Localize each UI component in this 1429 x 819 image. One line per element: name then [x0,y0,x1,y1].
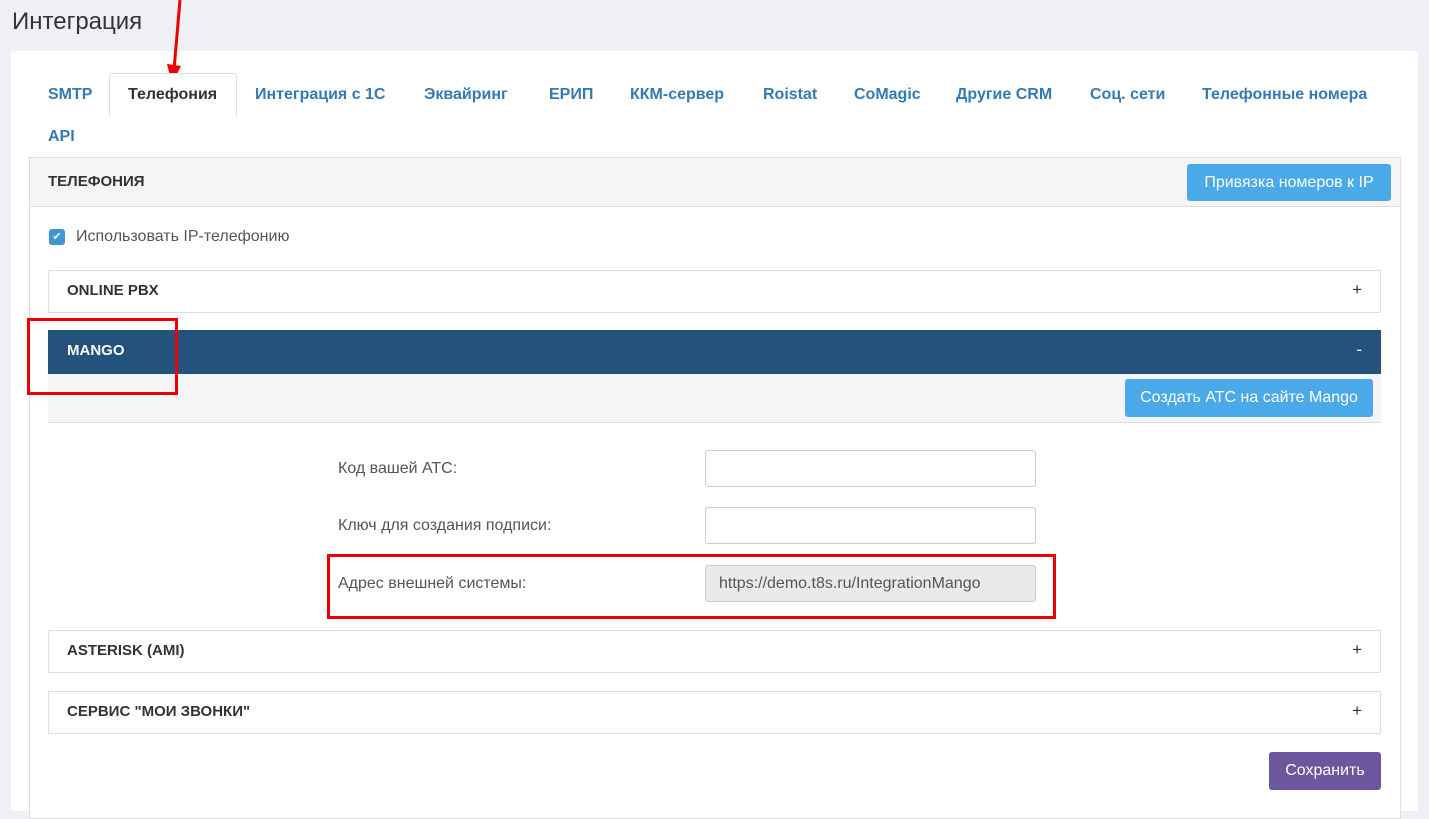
checkbox-checked-icon[interactable]: ✔ [49,229,65,245]
tab-erip[interactable]: ЕРИП [549,85,593,105]
use-ip-telephony-label: Использовать IP-телефонию [76,228,290,245]
tab-telephony[interactable]: Телефония [109,73,238,117]
tab-acquiring[interactable]: Эквайринг [424,85,508,105]
panel-title: ТЕЛЕФОНИЯ [48,173,145,190]
tab-api[interactable]: API [48,127,75,147]
signature-key-input[interactable] [705,507,1036,544]
section-online-pbx[interactable]: ONLINE PBX + [48,270,1381,313]
collapse-icon[interactable]: - [1356,340,1362,360]
section-title: СЕРВИС "МОИ ЗВОНКИ" [67,703,251,720]
telephony-panel: ТЕЛЕФОНИЯ Привязка номеров к IP ✔ Исполь… [29,157,1401,819]
page-title: Интеграция [12,8,143,35]
mango-highlight-box [27,318,178,395]
panel-heading: ТЕЛЕФОНИЯ Привязка номеров к IP [30,158,1400,207]
address-highlight-box [327,554,1056,619]
tab-roistat[interactable]: Roistat [763,85,817,105]
section-my-calls[interactable]: СЕРВИС "МОИ ЗВОНКИ" + [48,691,1381,734]
section-title: ONLINE PBX [67,282,159,299]
pbx-code-input[interactable] [705,450,1036,487]
section-asterisk[interactable]: ASTERISK (AMI) + [48,630,1381,673]
save-button[interactable]: Сохранить [1269,752,1381,790]
expand-icon[interactable]: + [1352,640,1362,660]
tab-other-crm[interactable]: Другие CRM [956,85,1052,105]
tab-1c-integration[interactable]: Интеграция с 1С [255,85,385,105]
section-title: ASTERISK (AMI) [67,642,185,659]
tab-phone-numbers[interactable]: Телефонные номера [1202,85,1367,105]
expand-icon[interactable]: + [1352,280,1362,300]
tab-smtp[interactable]: SMTP [48,85,92,105]
tab-social[interactable]: Соц. сети [1090,85,1165,105]
tab-comagic[interactable]: CoMagic [854,85,921,105]
signature-key-label: Ключ для создания подписи: [338,517,552,534]
expand-icon[interactable]: + [1352,701,1362,721]
bind-numbers-button[interactable]: Привязка номеров к IP [1187,164,1391,201]
tab-kkm-server[interactable]: ККМ-сервер [630,85,724,105]
create-mango-pbx-button[interactable]: Создать АТС на сайте Mango [1125,379,1373,417]
section-mango[interactable]: MANGO - [48,330,1381,375]
tab-bar: SMTP Телефония Интеграция с 1С Эквайринг… [29,73,1399,157]
mango-toolbar: Создать АТС на сайте Mango [48,374,1381,423]
pbx-code-label: Код вашей АТС: [338,460,458,477]
